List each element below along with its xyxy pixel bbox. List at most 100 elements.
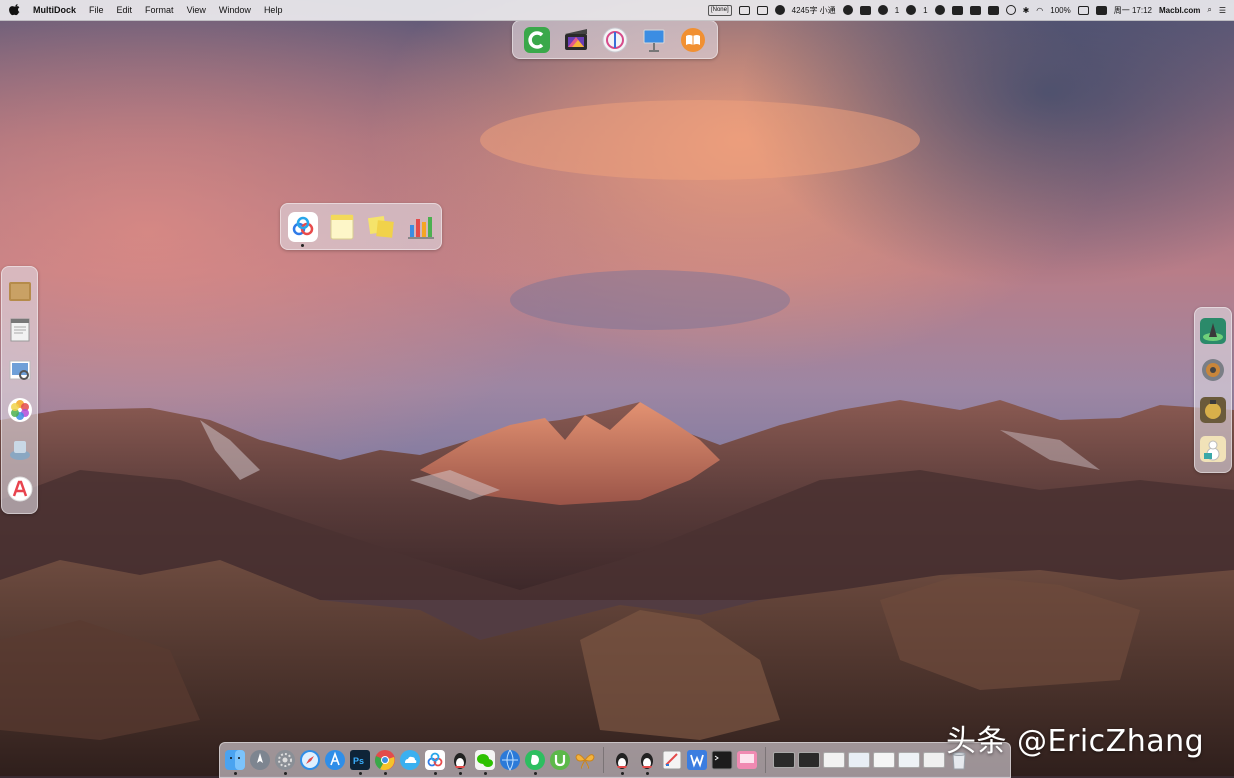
word-icon[interactable] [686, 749, 708, 771]
settings-gear-icon[interactable] [1199, 356, 1227, 384]
message-tray-icon[interactable] [969, 5, 981, 15]
photoshop-icon[interactable]: Ps [349, 749, 371, 775]
baidu-netdisk-icon[interactable] [287, 211, 319, 247]
minimized-window-thumbnail[interactable] [798, 752, 820, 768]
snowman-icon[interactable] [1199, 435, 1227, 463]
notefile-icon[interactable] [661, 749, 683, 771]
browser-icon[interactable] [499, 749, 521, 771]
game-icon[interactable] [1199, 317, 1227, 345]
instruments-icon[interactable] [601, 26, 629, 54]
menu-bar: MultiDock File Edit Format View Window H… [0, 0, 1234, 21]
menu-format[interactable]: Format [145, 5, 174, 15]
running-indicator [283, 772, 287, 775]
utorrent-icon[interactable] [549, 749, 571, 771]
minimized-window-thumbnail[interactable] [898, 752, 920, 768]
cleanmymac-icon[interactable] [736, 749, 758, 771]
running-indicator [533, 772, 537, 775]
photos-icon[interactable] [6, 396, 34, 424]
app-store-alt-icon[interactable] [6, 475, 34, 503]
running-indicator [301, 243, 304, 247]
evernote-icon[interactable] [524, 749, 546, 775]
wechat-tray-icon[interactable] [842, 5, 853, 15]
chrome-icon[interactable] [374, 749, 396, 775]
lantern-icon[interactable] [1199, 396, 1227, 424]
notes-icon[interactable] [326, 211, 358, 243]
site-label[interactable]: Macbl.com [1159, 6, 1200, 15]
dock-left [1, 266, 38, 514]
safari-icon[interactable] [299, 749, 321, 771]
dock-right [1194, 307, 1232, 473]
dock-separator [603, 747, 604, 773]
qq-count-2: 1 [923, 5, 928, 15]
input-source-icon[interactable] [1095, 5, 1107, 15]
minimized-window-thumbnail[interactable] [848, 752, 870, 768]
running-indicator [233, 772, 237, 775]
window-icon[interactable] [756, 5, 768, 15]
word-count-status[interactable]: 4245字 小通 [792, 5, 836, 16]
numbers-icon[interactable] [404, 211, 436, 243]
folder-icon[interactable] [6, 277, 34, 305]
menu-file[interactable]: File [89, 5, 104, 15]
battery-percent[interactable]: 100% [1050, 6, 1070, 15]
watermark-text: 头条 @EricZhang [946, 724, 1205, 759]
qq-tray-icon[interactable] [877, 5, 888, 15]
qq-tray-icon-2[interactable] [906, 5, 917, 15]
cloud-drive-icon[interactable] [399, 749, 421, 771]
stickies-icon[interactable] [365, 211, 397, 243]
keynote-icon[interactable] [640, 26, 668, 54]
display-icon[interactable] [738, 5, 750, 15]
ibooks-icon[interactable] [679, 26, 707, 54]
status-tray: [None] 4245字 小通 1 1 ✱ ◠ 100% 周一 17:12 Ma… [707, 4, 1234, 16]
dock-top [512, 20, 718, 59]
tes-icon[interactable] [574, 749, 596, 771]
desktop-wallpaper [0, 0, 1234, 776]
running-indicator [458, 772, 462, 775]
dock-bottom: Ps [219, 742, 1011, 778]
svg-text:Ps: Ps [353, 756, 364, 766]
launchpad-icon[interactable] [249, 749, 271, 771]
qq-icon[interactable] [449, 749, 471, 775]
qq-icon[interactable] [611, 749, 633, 775]
spotlight-search-icon[interactable]: ⌕ [1207, 5, 1211, 15]
coda-icon[interactable] [523, 26, 551, 54]
menu-view[interactable]: View [187, 5, 206, 15]
finder-icon[interactable] [224, 749, 246, 775]
running-indicator [358, 772, 362, 775]
final-cut-icon[interactable] [562, 26, 590, 54]
stats-tray-icon[interactable] [859, 5, 871, 15]
minimized-window-thumbnail[interactable] [873, 752, 895, 768]
time-machine-icon[interactable] [1005, 5, 1016, 15]
wifi-icon[interactable]: ◠ [1036, 6, 1043, 15]
running-indicator [383, 772, 387, 775]
system-preferences-icon[interactable] [274, 749, 296, 775]
notification-center-icon[interactable]: ☰ [1219, 6, 1226, 15]
menu-edit[interactable]: Edit [117, 5, 133, 15]
menu-window[interactable]: Window [219, 5, 251, 15]
bluetooth-icon[interactable]: ✱ [1023, 6, 1030, 15]
menubar-clock[interactable]: 周一 17:12 [1114, 5, 1152, 16]
app-store-icon[interactable] [324, 749, 346, 771]
terminal-icon[interactable] [711, 749, 733, 771]
dock-separator [765, 747, 766, 773]
running-indicator [645, 772, 649, 775]
grid-tray-icon[interactable] [987, 5, 999, 15]
migration-icon[interactable] [6, 435, 34, 463]
menu-help[interactable]: Help [264, 5, 283, 15]
wechat-icon[interactable] [474, 749, 496, 775]
cloud-tray-icon[interactable] [934, 5, 945, 15]
preview-icon[interactable] [6, 356, 34, 384]
qq-icon[interactable] [636, 749, 658, 775]
minimized-window-thumbnail[interactable] [823, 752, 845, 768]
minimized-window-thumbnail[interactable] [923, 752, 945, 768]
input-badge[interactable]: [None] [707, 4, 732, 16]
battery-icon [1077, 5, 1089, 15]
apple-menu-icon[interactable] [9, 3, 23, 17]
running-indicator [620, 772, 624, 775]
textedit-icon[interactable] [6, 316, 34, 344]
baidu-netdisk-icon[interactable] [424, 749, 446, 775]
eye-icon[interactable] [774, 5, 785, 15]
minimized-window-thumbnail[interactable] [773, 752, 795, 768]
running-indicator [483, 772, 487, 775]
clipboard-tray-icon[interactable] [951, 5, 963, 15]
app-menu-name[interactable]: MultiDock [33, 5, 76, 15]
